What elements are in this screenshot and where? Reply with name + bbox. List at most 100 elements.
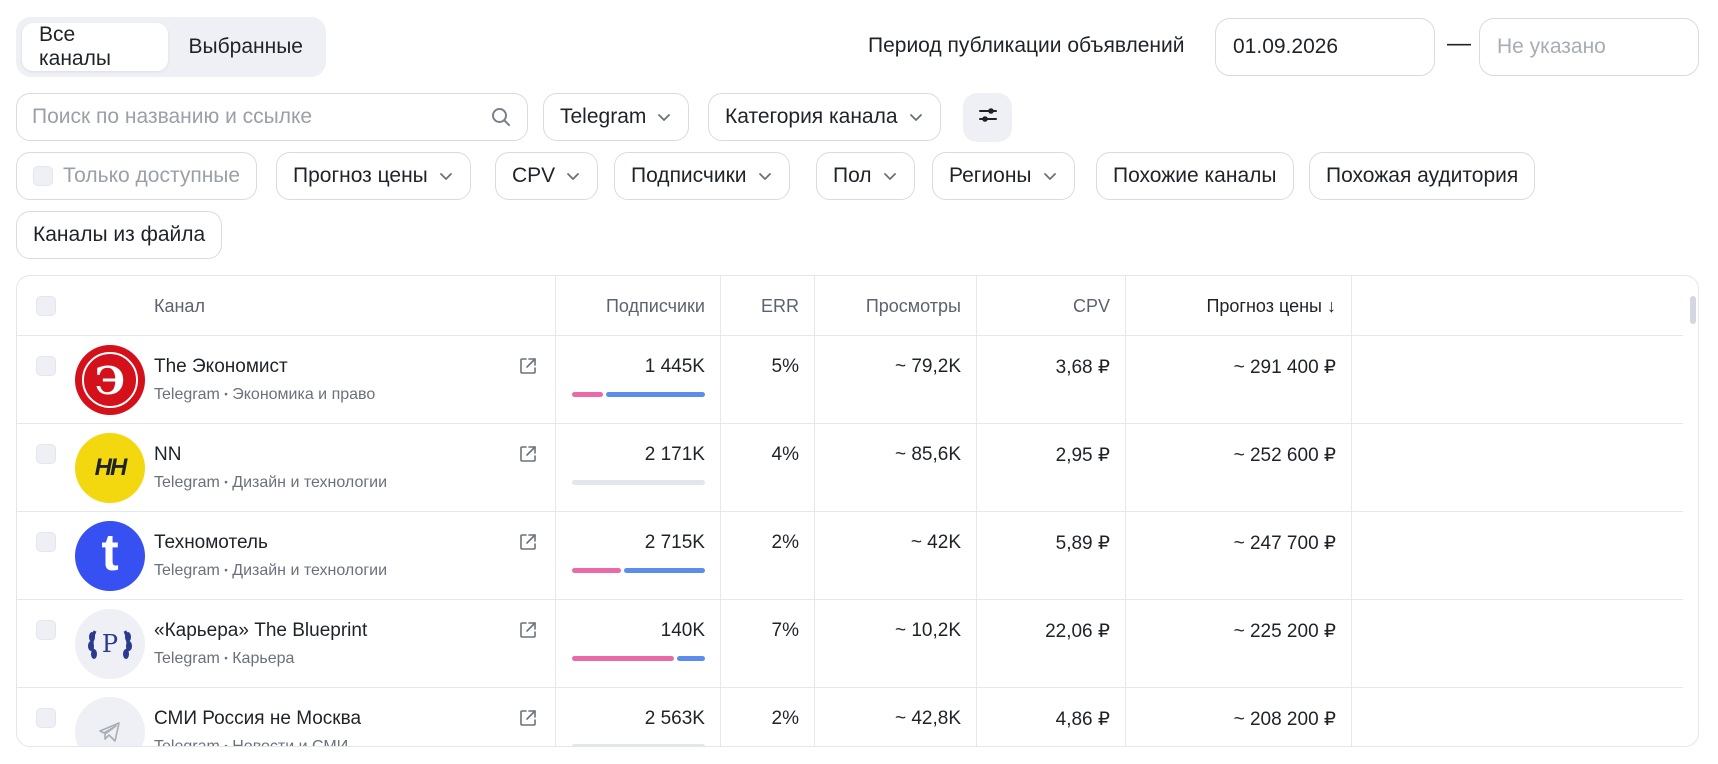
row-checkbox[interactable]: [36, 708, 56, 728]
telegram-icon: [99, 722, 120, 742]
similar-audience-button[interactable]: Похожая аудитория: [1309, 152, 1536, 200]
row-checkbox[interactable]: [36, 444, 56, 464]
channel-meta: Telegram • Дизайн и технологии: [154, 474, 387, 492]
similar-channels-button[interactable]: Похожие каналы: [1096, 152, 1294, 200]
views-value: ~ 85,6K: [894, 444, 961, 465]
table-row[interactable]: HH NN Telegram • Дизайн и технологии 2 171K…: [17, 424, 1683, 512]
cpv-value: 3,68 ₽: [1055, 357, 1110, 378]
tab-all-channels[interactable]: Все каналы: [22, 23, 168, 71]
channel-name[interactable]: NN: [154, 444, 181, 466]
table-header: Канал Подписчики ERR Просмотры CPV Прогн…: [17, 276, 1683, 336]
search-input[interactable]: [32, 105, 490, 129]
table-row[interactable]: СМИ Россия не Москва Telegram • Новости и…: [17, 688, 1683, 747]
category-dropdown-label: Категория канала: [725, 105, 898, 128]
select-all-checkbox[interactable]: [36, 296, 56, 316]
similar-audience-label: Похожая аудитория: [1326, 164, 1519, 187]
views-value: ~ 10,2K: [894, 620, 961, 641]
channel-category: Дизайн и технологии: [232, 562, 388, 579]
meta-separator: •: [224, 653, 228, 665]
subscribers-value: 140K: [660, 620, 705, 641]
channel-scope-tabs: Все каналы Выбранные: [16, 17, 326, 77]
views-value: ~ 42,8K: [894, 708, 961, 729]
cpv-dropdown[interactable]: CPV: [495, 152, 599, 200]
external-link-icon[interactable]: [518, 708, 538, 728]
channel-category: Дизайн и технологии: [232, 474, 388, 491]
table-scrollbar[interactable]: [1690, 286, 1696, 736]
err-value: 7%: [771, 620, 799, 641]
row-checkbox[interactable]: [36, 356, 56, 376]
channel-name[interactable]: СМИ Россия не Москва: [154, 708, 361, 730]
views-value: ~ 79,2K: [894, 356, 961, 377]
only-available-checkbox[interactable]: [33, 166, 53, 186]
period-to-input[interactable]: Не указано: [1479, 18, 1699, 76]
cpv-value: 2,95 ₽: [1055, 445, 1110, 466]
cpv-value: 4,86 ₽: [1055, 709, 1110, 730]
filter-settings-button[interactable]: [963, 93, 1012, 142]
avatar-letter: P: [101, 630, 119, 658]
header-cpv[interactable]: CPV: [976, 276, 1110, 336]
external-link-icon[interactable]: [518, 444, 538, 464]
search-field[interactable]: [16, 93, 528, 141]
gender-dropdown[interactable]: Пол: [816, 152, 915, 200]
price-forecast-dropdown[interactable]: Прогноз цены: [276, 152, 471, 200]
search-icon[interactable]: [490, 106, 512, 128]
channel-meta: Telegram • Карьера: [154, 650, 294, 668]
empty-share-bar: [572, 744, 705, 746]
header-channel[interactable]: Канал: [154, 276, 205, 336]
row-checkbox[interactable]: [36, 532, 56, 552]
only-available-toggle[interactable]: Только доступные: [16, 152, 258, 200]
channels-from-file-label: Каналы из файла: [33, 223, 206, 246]
subscribers-value: 2 563K: [644, 708, 705, 729]
chevron-down-icon: [757, 168, 773, 184]
subscribers-value: 2 715K: [644, 532, 705, 553]
external-link-icon[interactable]: [518, 532, 538, 552]
header-views[interactable]: Просмотры: [814, 276, 961, 336]
price-forecast-label: Прогноз цены: [293, 164, 428, 187]
scrollbar-thumb[interactable]: [1690, 296, 1696, 324]
period-from-input[interactable]: 01.09.2026: [1215, 18, 1435, 76]
tab-selected[interactable]: Выбранные: [172, 23, 320, 71]
period-label: Период публикации объявлений: [868, 34, 1185, 57]
external-link-icon[interactable]: [518, 620, 538, 640]
channel-avatar: P: [75, 609, 145, 679]
male-share-bar: [624, 568, 705, 573]
err-value: 2%: [771, 532, 799, 553]
err-value: 5%: [771, 356, 799, 377]
row-checkbox[interactable]: [36, 620, 56, 640]
header-err[interactable]: ERR: [720, 276, 799, 336]
cpv-label: CPV: [512, 164, 556, 187]
channel-name[interactable]: The Экономист: [154, 356, 288, 378]
channel-avatar: t: [75, 521, 145, 591]
channel-platform: Telegram: [154, 738, 220, 747]
channels-from-file-button[interactable]: Каналы из файла: [16, 211, 223, 259]
channel-platform: Telegram: [154, 650, 220, 667]
channel-name[interactable]: «Карьера» The Blueprint: [154, 620, 367, 642]
table-row[interactable]: P «Карьера» The Blueprint Telegram • Карье…: [17, 600, 1683, 688]
table-row[interactable]: t Техномотель Telegram • Дизайн и технолог…: [17, 512, 1683, 600]
meta-separator: •: [224, 477, 228, 489]
chevron-down-icon: [1042, 168, 1058, 184]
channel-meta: Telegram • Новости и СМИ: [154, 738, 348, 747]
chevron-down-icon: [565, 168, 581, 184]
subscribers-dropdown[interactable]: Подписчики: [614, 152, 790, 200]
male-share-bar: [606, 392, 705, 397]
avatar-letter: Э: [94, 357, 126, 403]
platform-dropdown[interactable]: Telegram: [543, 93, 690, 141]
empty-share-bar: [572, 480, 705, 485]
regions-dropdown[interactable]: Регионы: [932, 152, 1075, 200]
channel-meta: Telegram • Экономика и право: [154, 386, 375, 404]
cpv-value: 5,89 ₽: [1055, 533, 1110, 554]
chevron-down-icon: [908, 109, 924, 125]
channel-name[interactable]: Техномотель: [154, 532, 268, 554]
regions-label: Регионы: [949, 164, 1032, 187]
header-price-forecast[interactable]: Прогноз цены ↓: [1125, 276, 1336, 336]
views-value: ~ 42K: [910, 532, 961, 553]
chevron-down-icon: [882, 168, 898, 184]
subscribers-value: 2 171K: [644, 444, 705, 465]
table-row[interactable]: Э The Экономист Telegram • Экономика и пра…: [17, 336, 1683, 424]
category-dropdown[interactable]: Категория канала: [708, 93, 941, 141]
external-link-icon[interactable]: [518, 356, 538, 376]
subscribers-label: Подписчики: [631, 164, 747, 187]
header-subscribers[interactable]: Подписчики: [555, 276, 705, 336]
channel-platform: Telegram: [154, 386, 220, 403]
